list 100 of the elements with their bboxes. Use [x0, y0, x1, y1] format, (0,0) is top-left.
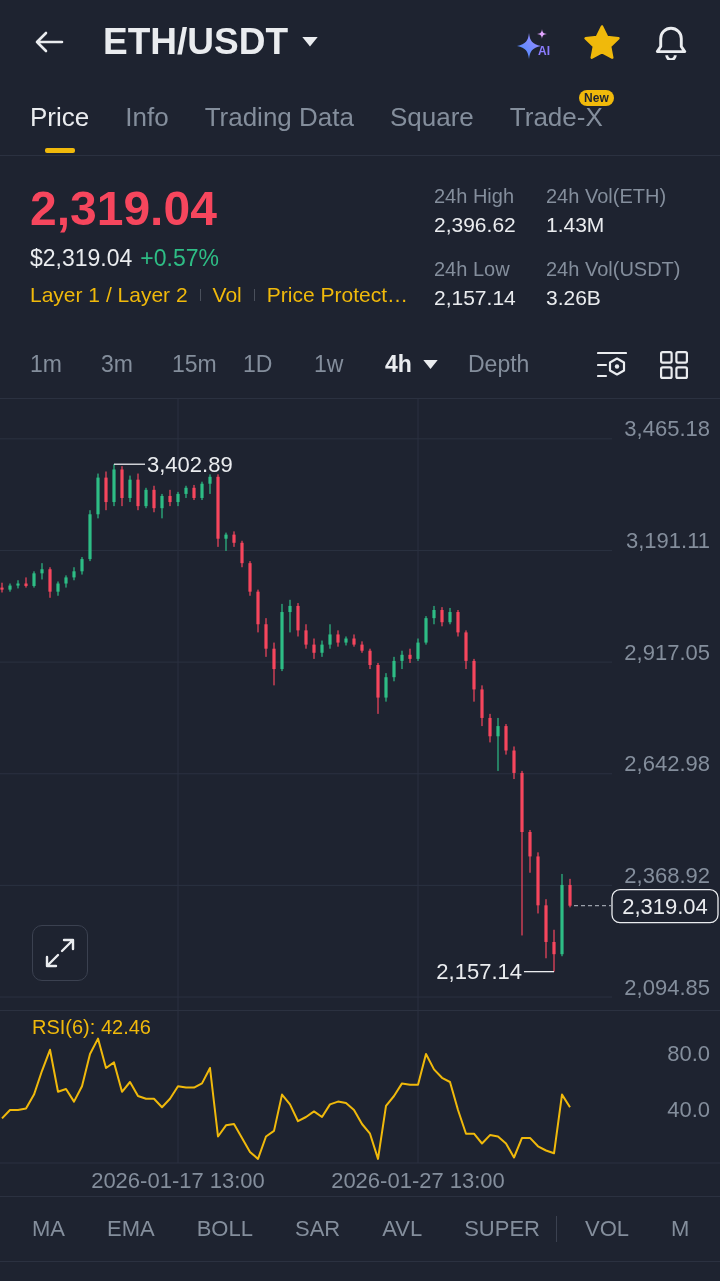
candle	[24, 577, 28, 588]
leader-line	[113, 463, 146, 465]
interval-tab[interactable]: 15m	[172, 344, 243, 385]
candle	[368, 648, 372, 670]
candle	[448, 607, 452, 625]
star-icon[interactable]	[584, 24, 620, 60]
axis-label: 40.0	[667, 1097, 710, 1123]
candle	[120, 466, 124, 507]
indicator-tab[interactable]: BOLL	[196, 1215, 253, 1243]
candle	[208, 474, 212, 494]
ai-button[interactable]: AI	[517, 25, 550, 59]
high-price-label: 3,402.89	[147, 451, 233, 477]
indicator-tab[interactable]: SAR	[294, 1215, 341, 1243]
interval-tab[interactable]: 3m	[101, 344, 172, 385]
candle	[144, 487, 148, 509]
time-label: 2026-01-27 13:00	[331, 1167, 505, 1193]
candle	[8, 583, 12, 592]
price-change: +0.57%	[140, 244, 219, 272]
interval-tab[interactable]: 4h	[385, 344, 468, 385]
last-price: 2,319.04	[30, 181, 217, 237]
candle	[184, 485, 188, 498]
category-tag[interactable]: Layer 1 / Layer 2	[30, 282, 188, 308]
last-price-tag: 2,319.04	[611, 889, 719, 924]
axis-label: 3,191.11	[626, 528, 710, 553]
bell-icon[interactable]	[654, 24, 688, 60]
rsi-label: RSI(6): 42.46	[32, 1016, 151, 1038]
indicator-tab[interactable]: SUPER	[464, 1215, 540, 1243]
candle	[224, 532, 228, 551]
indicator-tab[interactable]: MA	[32, 1215, 65, 1243]
back-arrow-icon[interactable]	[34, 30, 64, 54]
candle	[256, 589, 260, 633]
interval-tab[interactable]: 1w	[314, 344, 385, 385]
candle	[248, 561, 252, 596]
indicator-tab[interactable]: VOL	[584, 1215, 629, 1243]
candle	[192, 484, 196, 500]
indicator-tab[interactable]: AVL	[382, 1215, 423, 1243]
settings-icon[interactable]	[597, 351, 627, 378]
axis-label: 3,465.18	[624, 416, 710, 442]
candle	[312, 638, 316, 659]
candle	[232, 531, 236, 547]
candle	[432, 605, 436, 625]
candle	[528, 829, 532, 873]
stat-value: 2,157.14	[434, 285, 516, 311]
candle	[200, 481, 204, 500]
candle	[344, 636, 348, 646]
candle	[568, 878, 572, 908]
candle	[320, 640, 324, 657]
candle	[488, 713, 492, 743]
pair-selector[interactable]: ETH/USDT	[103, 20, 318, 64]
tab[interactable]: Square	[389, 84, 474, 155]
new-badge: New	[579, 90, 614, 106]
candle	[424, 616, 428, 645]
tab[interactable]: Price	[30, 84, 90, 155]
interval-tab[interactable]: Depth	[468, 344, 539, 385]
candle	[152, 485, 156, 513]
stat-label: 24h Vol(ETH)	[546, 184, 667, 209]
indicator-tab[interactable]: M	[671, 1215, 690, 1243]
candle	[136, 473, 140, 511]
candle	[56, 581, 60, 596]
candle	[264, 618, 268, 657]
candle	[160, 493, 164, 519]
category-tag[interactable]: Price Protect…	[266, 282, 408, 308]
category-tag[interactable]: Vol	[212, 282, 242, 308]
candle	[64, 575, 68, 588]
candle	[464, 630, 468, 670]
candle	[496, 717, 500, 771]
candle	[544, 899, 548, 959]
stat-value: 1.43M	[546, 212, 605, 238]
candle	[384, 673, 388, 702]
candle	[16, 580, 20, 589]
tab[interactable]: Trading Data	[204, 84, 354, 155]
grid-icon[interactable]	[660, 350, 688, 379]
candle	[472, 658, 476, 702]
candle	[376, 662, 380, 714]
candle	[112, 464, 116, 507]
axis-label: 2,368.92	[624, 862, 710, 888]
axis-label: 2,094.85	[624, 974, 710, 1000]
stat-label: 24h Vol(USDT)	[546, 257, 681, 282]
candle	[296, 603, 300, 637]
candle	[304, 624, 308, 649]
candle	[72, 567, 76, 581]
candle	[272, 642, 276, 686]
candle	[440, 607, 444, 627]
candle	[240, 540, 244, 568]
indicator-tab[interactable]: EMA	[107, 1215, 155, 1243]
expand-icon	[45, 938, 75, 968]
candle	[280, 603, 284, 672]
stat-value: 3.26B	[546, 285, 601, 311]
axis-label: 2,642.98	[624, 751, 710, 777]
candle	[80, 557, 84, 575]
candle	[480, 685, 484, 727]
candle	[168, 489, 172, 507]
candle	[352, 634, 356, 647]
interval-tab[interactable]: 1m	[30, 344, 101, 385]
candle	[32, 571, 36, 588]
candle	[104, 471, 108, 511]
tab[interactable]: Info	[125, 84, 169, 155]
fullscreen-button[interactable]	[32, 925, 88, 981]
candle	[288, 599, 292, 633]
interval-tab[interactable]: 1D	[243, 344, 314, 385]
